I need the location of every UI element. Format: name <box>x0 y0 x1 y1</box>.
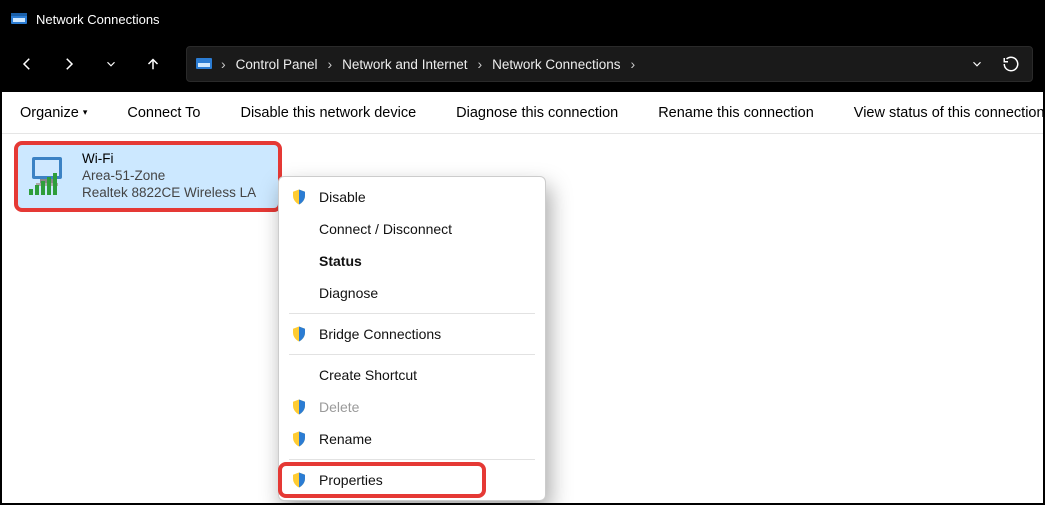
context-menu-separator <box>289 354 535 355</box>
context-menu-item-connect-disconnect[interactable]: Connect / Disconnect <box>279 213 545 245</box>
uac-shield-icon <box>289 324 309 344</box>
breadcrumb-network-and-internet[interactable]: Network and Internet <box>340 53 469 76</box>
toolbar-diagnose[interactable]: Diagnose this connection <box>456 105 618 121</box>
history-dropdown-icon[interactable] <box>970 57 984 71</box>
context-menu-separator <box>289 313 535 314</box>
chevron-right-icon: › <box>628 56 637 72</box>
uac-shield-icon <box>289 429 309 449</box>
context-menu-item-label: Delete <box>319 399 359 415</box>
context-menu-icon-empty <box>289 283 309 303</box>
titlebar: Network Connections <box>2 2 1043 36</box>
navbar: › Control Panel › Network and Internet ›… <box>2 36 1043 92</box>
chevron-down-icon: ▾ <box>83 107 88 118</box>
uac-shield-icon <box>289 397 309 417</box>
toolbar-rename[interactable]: Rename this connection <box>658 105 814 121</box>
refresh-button[interactable] <box>1002 55 1020 73</box>
context-menu-item-rename[interactable]: Rename <box>279 423 545 455</box>
network-adapter-icon <box>26 151 74 199</box>
context-menu-item-label: Disable <box>319 189 366 205</box>
adapter-name: Wi-Fi <box>82 151 256 168</box>
context-menu-item-label: Properties <box>319 472 383 488</box>
chevron-right-icon: › <box>325 56 334 72</box>
context-menu-item-properties[interactable]: Properties <box>279 464 545 496</box>
toolbar-organize-label: Organize <box>20 105 79 121</box>
adapter-device: Realtek 8822CE Wireless LA <box>82 185 256 202</box>
up-button[interactable] <box>138 49 168 79</box>
context-menu: Disable Connect / Disconnect Status Diagnos… <box>278 176 546 501</box>
context-menu-item-disable[interactable]: Disable <box>279 181 545 213</box>
context-menu-item-bridge-connections[interactable]: Bridge Connections <box>279 318 545 350</box>
context-menu-item-label: Create Shortcut <box>319 367 417 383</box>
context-menu-icon-empty <box>289 251 309 271</box>
location-icon <box>195 55 213 73</box>
context-menu-item-label: Rename <box>319 431 372 447</box>
toolbar-view-status[interactable]: View status of this connection <box>854 105 1043 121</box>
context-menu-item-diagnose[interactable]: Diagnose <box>279 277 545 309</box>
adapter-ssid: Area-51-Zone <box>82 168 256 185</box>
context-menu-icon-empty <box>289 365 309 385</box>
toolbar-disable-device[interactable]: Disable this network device <box>240 105 416 121</box>
context-menu-item-status[interactable]: Status <box>279 245 545 277</box>
adapter-text: Wi-Fi Area-51-Zone Realtek 8822CE Wirele… <box>82 151 256 202</box>
context-menu-item-label: Diagnose <box>319 285 378 301</box>
context-menu-item-delete: Delete <box>279 391 545 423</box>
context-menu-icon-empty <box>289 219 309 239</box>
chevron-right-icon: › <box>475 56 484 72</box>
uac-shield-icon <box>289 470 309 490</box>
back-button[interactable] <box>12 49 42 79</box>
address-bar[interactable]: › Control Panel › Network and Internet ›… <box>186 46 1033 82</box>
window-title: Network Connections <box>36 12 160 27</box>
context-menu-item-label: Status <box>319 253 362 269</box>
context-menu-separator <box>289 459 535 460</box>
context-menu-item-label: Bridge Connections <box>319 326 441 342</box>
context-menu-item-label: Connect / Disconnect <box>319 221 452 237</box>
toolbar-organize[interactable]: Organize ▾ <box>20 105 87 121</box>
breadcrumb-control-panel[interactable]: Control Panel <box>234 53 320 76</box>
breadcrumb-network-connections[interactable]: Network Connections <box>490 53 622 76</box>
forward-button[interactable] <box>54 49 84 79</box>
uac-shield-icon <box>289 187 309 207</box>
content-area: Wi-Fi Area-51-Zone Realtek 8822CE Wirele… <box>2 134 1043 503</box>
toolbar-connect-to[interactable]: Connect To <box>127 105 200 121</box>
chevron-right-icon: › <box>219 56 228 72</box>
toolbar: Organize ▾ Connect To Disable this netwo… <box>2 92 1043 134</box>
adapter-item-wifi[interactable]: Wi-Fi Area-51-Zone Realtek 8822CE Wirele… <box>17 144 279 209</box>
context-menu-item-create-shortcut[interactable]: Create Shortcut <box>279 359 545 391</box>
window-icon <box>10 10 28 28</box>
recent-locations-button[interactable] <box>96 49 126 79</box>
